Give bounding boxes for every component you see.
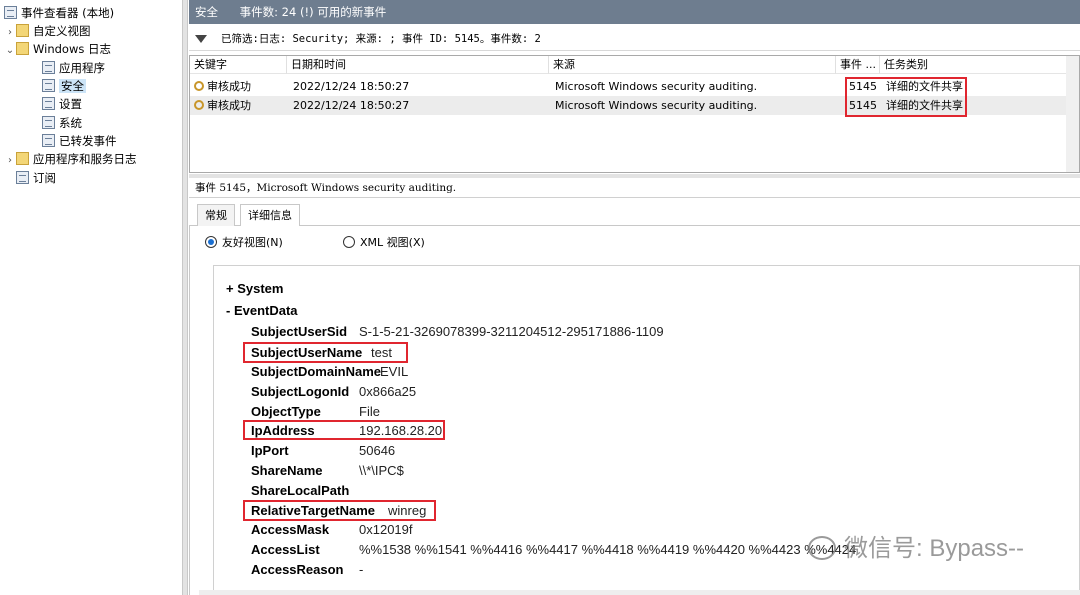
tree-subscriptions[interactable]: 订阅 [4, 169, 56, 187]
field-name: SubjectDomainName [251, 364, 382, 379]
tree-log-forwarded[interactable]: 已转发事件 [42, 132, 117, 150]
field-value: File [359, 404, 380, 419]
field-value: EVIL [380, 364, 409, 379]
filter-text: 已筛选:日志: Security; 来源: ; 事件 ID: 5145。事件数:… [221, 33, 541, 45]
watermark: 微信号: Bypass-- [808, 528, 1024, 563]
filter-bar: 已筛选:日志: Security; 来源: ; 事件 ID: 5145。事件数:… [189, 27, 1080, 51]
field-value: %%1538 %%1541 %%4416 %%4417 %%4418 %%441… [359, 542, 857, 557]
field-value: winreg [388, 503, 427, 518]
field-name: IpPort [251, 443, 289, 458]
folder-icon [16, 42, 29, 55]
log-icon [42, 61, 55, 74]
field-name: AccessMask [251, 522, 330, 537]
column-header-task-category[interactable]: 任务类别 [880, 56, 1079, 74]
vertical-splitter[interactable] [183, 0, 188, 595]
field-name: AccessReason [251, 562, 344, 577]
field-name: AccessList [251, 542, 320, 557]
tree-app-service-logs[interactable]: › 应用程序和服务日志 [4, 150, 137, 168]
field-value: S-1-5-21-3269078399-3211204512-295171886… [359, 324, 664, 339]
field-value: \\*\IPC$ [359, 463, 404, 478]
field-value: - [359, 562, 364, 577]
section-eventdata[interactable]: - EventData [226, 303, 298, 319]
grid-scrollbar[interactable] [1066, 56, 1079, 172]
folder-icon [16, 152, 29, 165]
tab-general[interactable]: 常规 [197, 204, 235, 226]
tree-log-setup[interactable]: 设置 [42, 95, 82, 113]
table-row[interactable]: 审核成功 2022/12/24 18:50:27 Microsoft Windo… [190, 96, 1079, 115]
field-name: ShareLocalPath [251, 483, 350, 498]
tree-root[interactable]: 事件查看器 (本地) [4, 4, 114, 22]
field-name: SubjectLogonId [251, 384, 350, 399]
tree-log-application[interactable]: 应用程序 [42, 59, 105, 77]
horizontal-scrollbar[interactable] [199, 590, 1080, 595]
xml-view-radio[interactable]: XML 视图(X) [343, 236, 425, 250]
subscription-icon [16, 171, 29, 184]
collapse-arrow-icon[interactable]: ⌄ [4, 42, 16, 60]
field-value: test [371, 345, 392, 360]
event-grid: 关键字 日期和时间 来源 事件 ... 任务类别 审核成功 2022/12/24… [189, 55, 1080, 173]
log-icon [42, 134, 55, 147]
event-viewer-icon [4, 6, 17, 19]
log-icon [42, 116, 55, 129]
key-icon [194, 81, 204, 91]
log-title-bar: 安全 事件数: 24 (!) 可用的新事件 [189, 0, 1080, 24]
column-header-event-id[interactable]: 事件 ... [836, 56, 880, 74]
field-name: RelativeTargetName [251, 503, 376, 518]
field-value: 0x12019f [359, 522, 413, 537]
table-row[interactable]: 审核成功 2022/12/24 18:50:27 Microsoft Windo… [190, 77, 1079, 96]
field-name: SubjectUserName [251, 345, 363, 360]
key-icon [194, 100, 204, 110]
folder-icon [16, 24, 29, 37]
log-icon [42, 97, 55, 110]
field-name: ObjectType [251, 404, 321, 419]
column-header-datetime[interactable]: 日期和时间 [287, 56, 549, 74]
tree-log-system[interactable]: 系统 [42, 114, 82, 132]
wechat-icon [808, 536, 836, 560]
tree-windows-logs[interactable]: ⌄ Windows 日志 [4, 40, 111, 58]
column-header-keyword[interactable]: 关键字 [190, 56, 287, 74]
field-name: SubjectUserSid [251, 324, 348, 339]
section-system[interactable]: + System [226, 281, 283, 297]
log-name: 安全 [195, 5, 218, 19]
log-icon [42, 79, 55, 92]
column-header-source[interactable]: 来源 [549, 56, 836, 74]
tree-log-security[interactable]: 安全 [42, 77, 86, 95]
friendly-view-radio[interactable]: 友好视图(N) [205, 236, 283, 250]
filter-icon [195, 35, 207, 43]
tree-custom-views[interactable]: › 自定义视图 [4, 22, 91, 40]
tab-details[interactable]: 详细信息 [240, 204, 300, 227]
navigation-tree: 事件查看器 (本地) › 自定义视图 ⌄ Windows 日志 应用程序 安全 设置… [0, 0, 183, 595]
expand-arrow-icon[interactable]: › [4, 152, 16, 170]
radio-selected-icon [205, 236, 217, 248]
detail-tabs: 常规 详细信息 [189, 202, 1080, 227]
field-value: 50646 [359, 443, 396, 458]
field-name: IpAddress [251, 423, 315, 438]
event-count: 事件数: 24 (!) 可用的新事件 [239, 5, 387, 19]
radio-unselected-icon [343, 236, 355, 248]
field-name: ShareName [251, 463, 323, 478]
field-value: 192.168.28.20 [359, 423, 443, 438]
field-value: 0x866a25 [359, 384, 417, 399]
event-detail-header: 事件 5145，Microsoft Windows security audit… [189, 178, 1080, 198]
